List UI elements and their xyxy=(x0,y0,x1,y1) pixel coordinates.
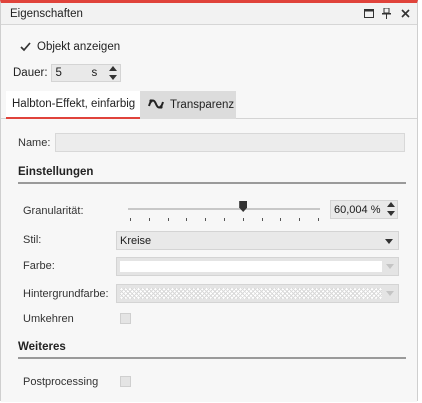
settings-divider xyxy=(18,182,406,184)
more-divider xyxy=(18,357,406,359)
style-label: Stil: xyxy=(23,234,42,246)
slider-tick xyxy=(242,218,244,221)
panel-title: Eigenschaften xyxy=(10,8,83,20)
duration-label: Dauer: xyxy=(13,67,48,79)
slider-tick xyxy=(261,218,263,221)
slider-tick xyxy=(205,218,207,221)
close-icon[interactable] xyxy=(398,6,412,20)
slider-tick xyxy=(130,218,131,221)
granularity-slider-handle[interactable] xyxy=(239,201,248,212)
slider-tick xyxy=(186,218,188,221)
granularity-slider-track[interactable] xyxy=(128,208,320,210)
spin-up-icon[interactable] xyxy=(386,202,395,207)
color-picker[interactable] xyxy=(116,257,399,276)
duration-row: Dauer: 5 s xyxy=(13,64,121,82)
show-object-label: Objekt anzeigen xyxy=(37,41,121,53)
chevron-down-icon[interactable] xyxy=(384,261,396,272)
granularity-label: Granularität: xyxy=(23,205,84,217)
slider-tick xyxy=(224,218,225,221)
tab-transparency[interactable]: Transparenz xyxy=(140,91,236,119)
invert-checkbox[interactable] xyxy=(120,313,131,324)
tab-halftone-effect[interactable]: Halbton-Effekt, einfarbig xyxy=(6,91,140,119)
spin-down-icon[interactable] xyxy=(109,75,118,80)
chevron-down-icon[interactable] xyxy=(385,239,393,244)
invert-label: Umkehren xyxy=(23,313,74,325)
name-input[interactable] xyxy=(55,133,405,152)
granularity-stepper[interactable]: 60,004 % xyxy=(330,200,398,219)
color-label: Farbe: xyxy=(23,260,55,272)
title-bar: Eigenschaften xyxy=(1,3,417,25)
name-row: Name: xyxy=(18,134,50,152)
granularity-spin-arrows[interactable] xyxy=(386,202,395,216)
more-heading: Weiteres xyxy=(18,341,66,353)
style-select[interactable]: Kreise xyxy=(116,231,399,250)
style-selected-value: Kreise xyxy=(120,235,152,247)
slider-tick xyxy=(167,218,169,221)
slider-tick xyxy=(148,218,150,221)
postprocessing-label: Postprocessing xyxy=(23,376,99,388)
spin-up-icon[interactable] xyxy=(109,66,118,71)
background-color-swatch[interactable] xyxy=(120,288,382,299)
spin-down-icon[interactable] xyxy=(386,211,395,216)
slider-tick xyxy=(299,218,301,221)
slider-tick xyxy=(318,218,319,221)
duration-stepper[interactable]: 5 s xyxy=(50,64,121,82)
transparency-wave-icon xyxy=(148,98,164,113)
properties-content: Name: Einstellungen Granularität: 60,004… xyxy=(1,120,417,402)
slider-tick xyxy=(280,218,282,221)
granularity-value[interactable]: 60,004 % xyxy=(334,204,380,216)
duration-value[interactable]: 5 xyxy=(56,67,62,79)
chevron-down-icon[interactable] xyxy=(384,288,396,299)
show-object-checkbox[interactable] xyxy=(20,42,31,53)
pin-icon[interactable] xyxy=(379,6,393,20)
duration-unit: s xyxy=(91,67,98,79)
background-color-label: Hintergrundfarbe: xyxy=(23,288,109,300)
duration-spin-arrows[interactable] xyxy=(109,66,118,80)
color-swatch[interactable] xyxy=(120,261,382,272)
postprocessing-checkbox[interactable] xyxy=(120,376,131,387)
maximize-icon[interactable] xyxy=(362,6,376,20)
name-label: Name: xyxy=(18,137,51,149)
tab-bar: Halbton-Effekt, einfarbig Transparenz xyxy=(1,91,417,119)
settings-heading: Einstellungen xyxy=(18,166,94,178)
properties-panel: Eigenschaften Objekt anzeigen Dauer: 5 s xyxy=(0,0,418,402)
background-color-picker[interactable] xyxy=(116,284,399,303)
tab-label: Halbton-Effekt, einfarbig xyxy=(12,98,136,110)
tab-label: Transparenz xyxy=(170,99,235,111)
show-object-row: Objekt anzeigen xyxy=(20,39,120,55)
